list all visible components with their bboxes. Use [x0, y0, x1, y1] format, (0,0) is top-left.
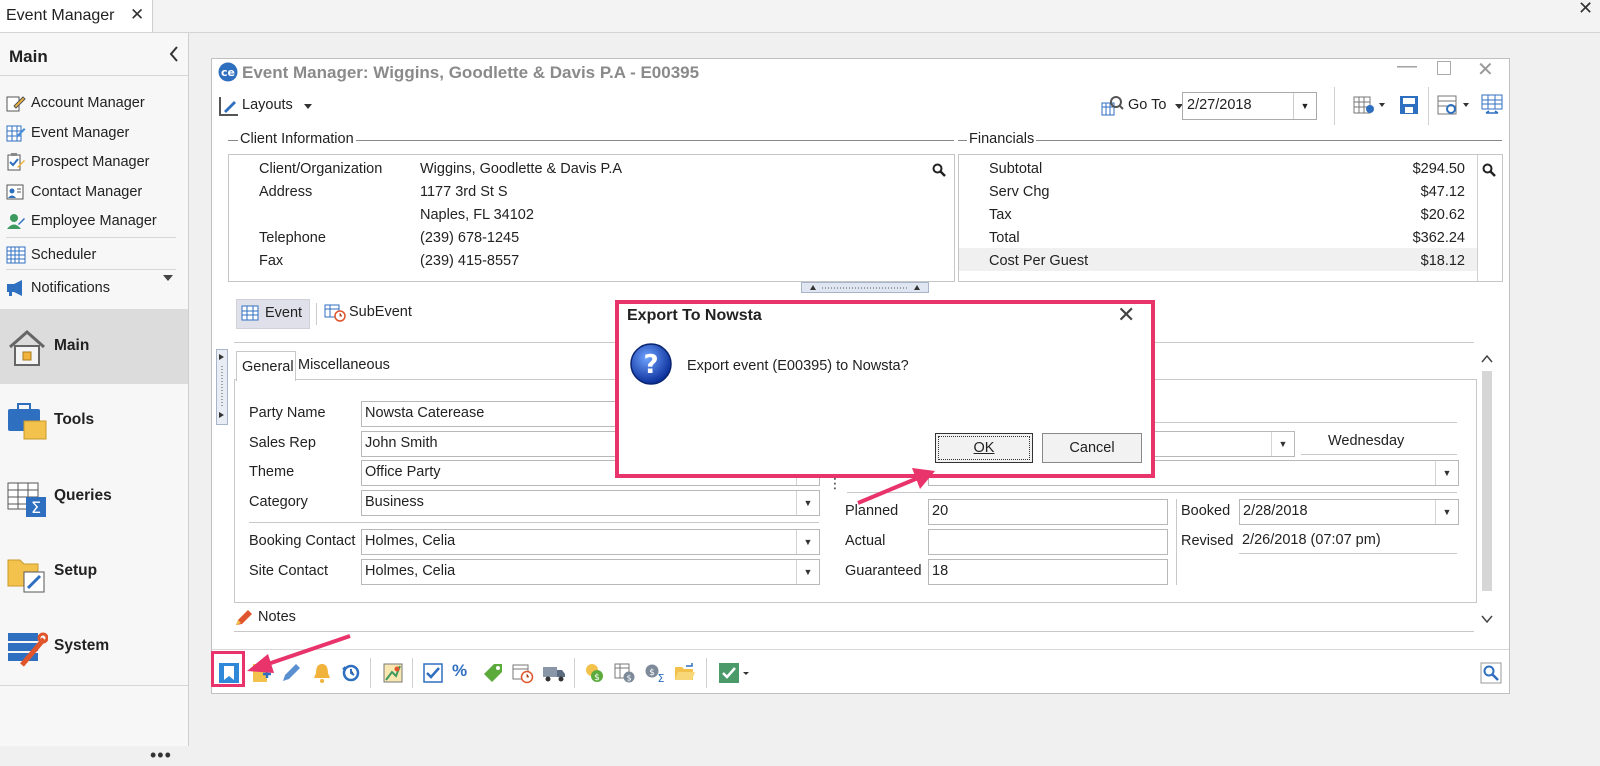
- nav-more-icon[interactable]: •••: [150, 745, 172, 766]
- tab-general-label: General: [242, 359, 294, 375]
- tab-general[interactable]: General: [236, 351, 296, 381]
